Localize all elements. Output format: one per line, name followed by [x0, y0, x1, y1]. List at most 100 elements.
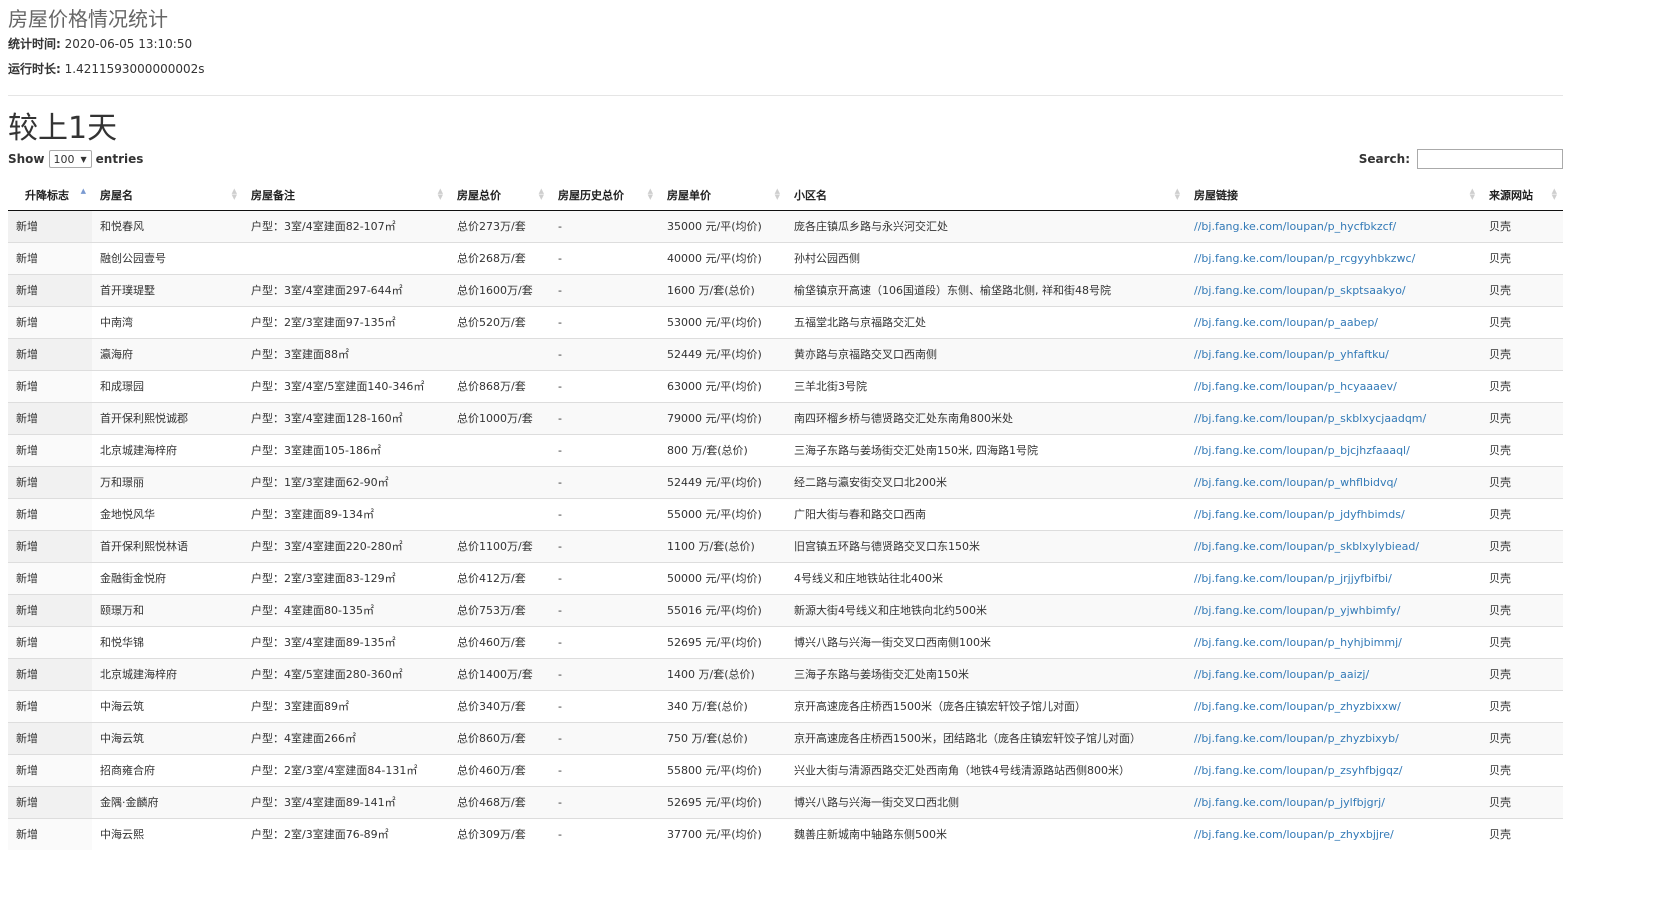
house-link[interactable]: //bj.fang.ke.com/loupan/p_yhfaftku/	[1186, 337, 1481, 370]
house-link[interactable]: //bj.fang.ke.com/loupan/p_zhyxbjjre/	[1186, 817, 1481, 850]
house-link[interactable]: //bj.fang.ke.com/loupan/p_aabep/	[1186, 305, 1481, 338]
table-cell: 京开高速庞各庄桥西1500米（庞各庄镇宏轩饺子馆儿对面）	[786, 689, 1186, 722]
table-cell: 1100 万/套(总价)	[659, 529, 786, 562]
table-cell: 总价860万/套	[449, 721, 550, 754]
house-link[interactable]: //bj.fang.ke.com/loupan/p_skblxycjaadqm/	[1186, 401, 1481, 434]
column-header[interactable]: 房屋备注 ▲ ▼	[243, 180, 449, 211]
column-header[interactable]: 房屋总价 ▲ ▼	[449, 180, 550, 211]
stat-time-line: 统计时间: 2020-06-05 13:10:50	[8, 32, 1655, 57]
column-header[interactable]: 房屋名 ▲ ▼	[92, 180, 243, 211]
table-cell: 贝壳	[1481, 465, 1563, 498]
table-row: 新增 中海云熙 户型：2室/3室建面76-89㎡ 总价309万/套 -37700 元/平…	[8, 817, 1563, 850]
table-cell: 金隅·金麟府	[92, 785, 243, 818]
house-link[interactable]: //bj.fang.ke.com/loupan/p_rcgyyhbkzwc/	[1186, 241, 1481, 274]
house-link[interactable]: //bj.fang.ke.com/loupan/p_bjcjhzfaaaql/	[1186, 433, 1481, 466]
column-header-label: 房屋历史总价	[558, 188, 624, 202]
house-link[interactable]: //bj.fang.ke.com/loupan/p_hcyaaaev/	[1186, 369, 1481, 402]
sort-icon: ▲▼	[1469, 187, 1475, 201]
table-cell: -	[550, 593, 659, 626]
column-header[interactable]: 房屋历史总价 ▲ ▼	[550, 180, 659, 211]
table-cell: 户型：2室/3室建面97-135㎡	[243, 305, 449, 338]
house-link[interactable]: //bj.fang.ke.com/loupan/p_aaizj/	[1186, 657, 1481, 690]
house-link[interactable]: //bj.fang.ke.com/loupan/p_skblxylybiead/	[1186, 529, 1481, 562]
table-body: 新增 和悦春风 户型：3室/4室建面82-107㎡ 总价273万/套 -35000 元/…	[8, 209, 1563, 850]
table-cell: 新增	[8, 433, 92, 466]
table-cell: 总价268万/套	[449, 241, 550, 274]
column-header[interactable]: 房屋链接 ▲ ▼	[1186, 180, 1481, 211]
table-cell: 五福堂北路与京福路交汇处	[786, 305, 1186, 338]
house-link[interactable]: //bj.fang.ke.com/loupan/p_zhyzbixyb/	[1186, 721, 1481, 754]
table-cell: 新增	[8, 369, 92, 402]
table-cell: 63000 元/平(均价)	[659, 369, 786, 402]
table-cell: 贝壳	[1481, 209, 1563, 242]
house-link[interactable]: //bj.fang.ke.com/loupan/p_hyhjbimmj/	[1186, 625, 1481, 658]
house-link[interactable]: //bj.fang.ke.com/loupan/p_whflbidvq/	[1186, 465, 1481, 498]
table-cell: 新增	[8, 785, 92, 818]
table-cell: 博兴八路与兴海一街交叉口西北侧	[786, 785, 1186, 818]
table-cell: 贝壳	[1481, 721, 1563, 754]
table-cell: 贝壳	[1481, 305, 1563, 338]
table-row: 新增 和悦春风 户型：3室/4室建面82-107㎡ 总价273万/套 -35000 元/…	[8, 209, 1563, 242]
column-header[interactable]: 小区名 ▲ ▼	[786, 180, 1186, 211]
column-header-label: 房屋链接	[1194, 188, 1238, 202]
table-cell: 和悦华锦	[92, 625, 243, 658]
table-row: 新增 中南湾 户型：2室/3室建面97-135㎡ 总价520万/套 -53000 元/平…	[8, 305, 1563, 338]
house-link[interactable]: //bj.fang.ke.com/loupan/p_hycfbkzcf/	[1186, 209, 1481, 242]
table-cell: 北京城建海梓府	[92, 657, 243, 690]
table-cell: 旧宫镇五环路与德贤路交叉口东150米	[786, 529, 1186, 562]
table-cell: 金地悦风华	[92, 497, 243, 530]
table-cell: 贝壳	[1481, 785, 1563, 818]
stat-time-label: 统计时间:	[8, 37, 61, 51]
page-size-value: 100	[53, 152, 75, 166]
table-cell: 户型：3室建面89㎡	[243, 689, 449, 722]
table-cell: 户型：3室/4室建面297-644㎡	[243, 273, 449, 306]
house-link[interactable]: //bj.fang.ke.com/loupan/p_zhyzbixxw/	[1186, 689, 1481, 722]
table-cell: -	[550, 657, 659, 690]
table-cell: -	[550, 337, 659, 370]
house-link[interactable]: //bj.fang.ke.com/loupan/p_jrjjyfbifbi/	[1186, 561, 1481, 594]
table-cell: 庞各庄镇瓜乡路与永兴河交汇处	[786, 209, 1186, 242]
stat-time-value: 2020-06-05 13:10:50	[64, 37, 193, 51]
house-price-table: 升降标志▲▼房屋名▲▼房屋备注▲▼房屋总价▲▼房屋历史总价▲▼房屋单价▲▼小区名…	[8, 180, 1563, 850]
table-cell: 52695 元/平(均价)	[659, 785, 786, 818]
house-link[interactable]: //bj.fang.ke.com/loupan/p_jdyfhbimds/	[1186, 497, 1481, 530]
column-header[interactable]: 升降标志 ▲▼	[8, 180, 92, 211]
table-cell: 55000 元/平(均价)	[659, 497, 786, 530]
table-cell: 53000 元/平(均价)	[659, 305, 786, 338]
table-cell: -	[550, 817, 659, 850]
house-link[interactable]: //bj.fang.ke.com/loupan/p_jylfbjgrj/	[1186, 785, 1481, 818]
column-header-label: 房屋总价	[457, 188, 501, 202]
table-cell: 新增	[8, 657, 92, 690]
table-row: 新增 和成璟园 户型：3室/4室/5室建面140-346㎡ 总价868万/套 -6300…	[8, 369, 1563, 402]
column-header-label: 升降标志	[25, 188, 69, 202]
table-cell: 户型：4室建面80-135㎡	[243, 593, 449, 626]
house-link[interactable]: //bj.fang.ke.com/loupan/p_skptsaakyo/	[1186, 273, 1481, 306]
house-link[interactable]: //bj.fang.ke.com/loupan/p_yjwhbimfy/	[1186, 593, 1481, 626]
sort-icon: ▲▼	[647, 187, 653, 201]
table-cell: 榆垡镇京开高速（106国道段）东侧、榆垡路北侧, 祥和街48号院	[786, 273, 1186, 306]
table-cell: 79000 元/平(均价)	[659, 401, 786, 434]
table-cell: 贝壳	[1481, 753, 1563, 786]
table-cell: 37700 元/平(均价)	[659, 817, 786, 850]
table-header-row: 升降标志▲▼房屋名▲▼房屋备注▲▼房屋总价▲▼房屋历史总价▲▼房屋单价▲▼小区名…	[8, 180, 1563, 211]
table-cell: 新增	[8, 209, 92, 242]
table-cell: 贝壳	[1481, 657, 1563, 690]
page-size-select[interactable]: 100 ▼	[48, 150, 92, 168]
table-cell: 户型：3室/4室建面82-107㎡	[243, 209, 449, 242]
column-header-label: 房屋单价	[667, 188, 711, 202]
table-cell: 中海云筑	[92, 721, 243, 754]
column-header[interactable]: 来源网站 ▲ ▼	[1481, 180, 1563, 211]
table-cell: 总价273万/套	[449, 209, 550, 242]
table-cell: 新增	[8, 561, 92, 594]
table-cell: 万和璟丽	[92, 465, 243, 498]
table-cell: 4号线义和庄地铁站往北400米	[786, 561, 1186, 594]
house-link[interactable]: //bj.fang.ke.com/loupan/p_zsyhfbjgqz/	[1186, 753, 1481, 786]
column-header[interactable]: 房屋单价 ▲ ▼	[659, 180, 786, 211]
table-cell: 40000 元/平(均价)	[659, 241, 786, 274]
table-cell: 52695 元/平(均价)	[659, 625, 786, 658]
table-row: 新增 金融街金悦府 户型：2室/3室建面83-129㎡ 总价412万/套 -50000 …	[8, 561, 1563, 594]
table-row: 新增 金地悦风华 户型：3室建面89-134㎡ -55000 元/平(均价) 广阳大街与…	[8, 497, 1563, 530]
table-row: 新增 瀛海府 户型：3室建面88㎡ -52449 元/平(均价) 黄亦路与京福路交叉口西…	[8, 337, 1563, 370]
column-header-label: 房屋备注	[251, 188, 295, 202]
search-input[interactable]	[1417, 149, 1563, 169]
